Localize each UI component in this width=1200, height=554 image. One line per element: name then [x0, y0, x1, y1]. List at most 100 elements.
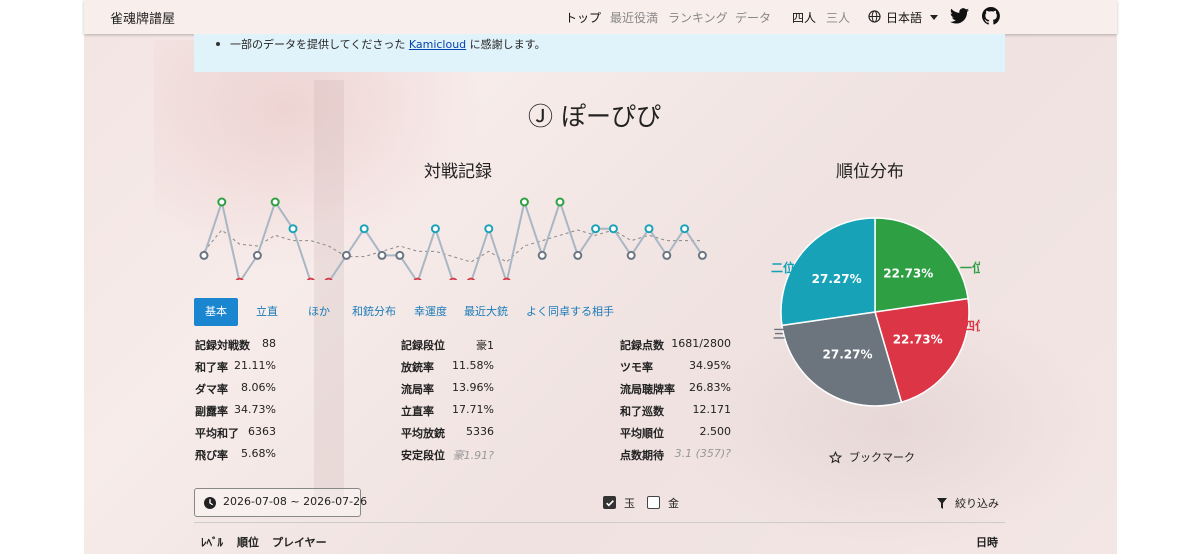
rank-point[interactable]: [662, 250, 672, 260]
filter-gold-checkbox[interactable]: [647, 496, 660, 509]
stat-value: 12.171: [692, 403, 732, 416]
date-range-button[interactable]: 2026-07-08 ~ 2026-07-26: [194, 488, 367, 517]
github-icon[interactable]: [982, 7, 1000, 25]
pie-category-label: 三位: [773, 326, 797, 341]
stat-label: ツモ率: [620, 361, 653, 374]
rank-point[interactable]: [288, 224, 298, 234]
pie-slice[interactable]: [874, 217, 969, 313]
rank-point[interactable]: [626, 250, 636, 260]
rank-point[interactable]: [449, 277, 458, 280]
col-rank[interactable]: 順位: [237, 534, 259, 550]
stat-label: 和了巡数: [620, 405, 664, 418]
tab-riichi[interactable]: 立直: [256, 298, 278, 326]
date-range-text: 2026-07-08 ~ 2026-07-26: [223, 495, 368, 508]
rank-point[interactable]: [591, 224, 601, 234]
mode-three-player[interactable]: 三人: [826, 9, 850, 26]
rank-point[interactable]: [270, 197, 280, 207]
filter-gold-label: 金: [668, 497, 679, 510]
rank-point[interactable]: [217, 197, 227, 207]
pie-category-label: 一位: [960, 260, 980, 275]
stat-value: 豪1: [476, 339, 494, 352]
filter-icon[interactable]: [937, 498, 947, 509]
rank-point[interactable]: [555, 197, 565, 207]
pie-value-label: 22.73%: [883, 267, 933, 281]
nav-data[interactable]: データ: [735, 9, 771, 26]
globe-icon[interactable]: [868, 10, 881, 23]
col-level[interactable]: ﾚﾍﾞﾙ: [201, 534, 223, 550]
mode-four-player[interactable]: 四人: [792, 9, 816, 26]
language-selector[interactable]: 日本語: [886, 9, 922, 26]
stat-value: 6363: [248, 425, 276, 438]
rank-point[interactable]: [519, 197, 529, 207]
rank-point[interactable]: [644, 224, 654, 234]
tab-frequent-opponents[interactable]: よく同卓する相手: [526, 298, 614, 326]
twitter-icon[interactable]: [950, 8, 969, 24]
kamicloud-link[interactable]: Kamicloud: [409, 38, 466, 51]
stat-label: 流局率: [401, 383, 434, 396]
tab-luck[interactable]: 幸運度: [414, 298, 447, 326]
rank-point[interactable]: [235, 277, 244, 280]
rank-point[interactable]: [306, 277, 315, 280]
stat-label: ダマ率: [195, 383, 228, 396]
check-icon: [605, 499, 614, 507]
rank-point[interactable]: [608, 224, 618, 234]
filter-jade-checkbox[interactable]: [603, 496, 616, 509]
clock-icon: [204, 497, 216, 509]
stat-value: 26.83%: [689, 381, 731, 394]
player-title: Ⓙ ぽーぴぴ: [528, 102, 661, 131]
pie-value-label: 27.27%: [812, 272, 862, 286]
filter-button[interactable]: 絞り込み: [955, 495, 999, 511]
filter-jade-label: 玉: [624, 497, 635, 510]
notice-text: 一部のデータを提供してくださった Kamicloud に感謝します。: [230, 38, 546, 51]
rank-point[interactable]: [324, 277, 333, 280]
stat-value: 5336: [466, 425, 494, 438]
rank-point[interactable]: [430, 224, 440, 234]
rank-point[interactable]: [680, 224, 690, 234]
rank-point[interactable]: [697, 250, 707, 260]
tab-basic[interactable]: 基本: [194, 298, 238, 326]
stat-label: 平均順位: [620, 427, 664, 440]
col-player[interactable]: プレイヤー: [272, 534, 327, 550]
rank-point[interactable]: [484, 224, 494, 234]
stat-value: 3.1 (357)?: [674, 447, 731, 460]
rank-point[interactable]: [341, 250, 351, 260]
rank-point[interactable]: [573, 250, 583, 260]
star-icon[interactable]: [829, 451, 842, 464]
rank-point[interactable]: [359, 224, 369, 234]
rank-point[interactable]: [537, 250, 547, 260]
rank-point[interactable]: [199, 250, 209, 260]
tab-other[interactable]: ほか: [308, 298, 330, 326]
nav-ranking[interactable]: ランキング: [668, 9, 728, 26]
tab-win-deal-distribution[interactable]: 和銃分布: [352, 298, 396, 326]
stat-value: 34.95%: [689, 359, 731, 372]
games-table-header: ﾚﾍﾞﾙ 順位 プレイヤー 日時: [194, 522, 1005, 554]
stat-label: 飛び率: [195, 449, 228, 462]
tab-recent-big-deals[interactable]: 最近大銃: [464, 298, 508, 326]
chevron-down-icon[interactable]: [930, 15, 938, 20]
stat-label: 点数期待: [620, 449, 664, 462]
stat-label: 記録段位: [401, 339, 445, 352]
stat-value: 88: [262, 337, 276, 350]
rank-point[interactable]: [467, 277, 475, 280]
nav-top[interactable]: トップ: [565, 9, 601, 26]
rank-line: [203, 198, 704, 280]
stat-value: 11.58%: [452, 359, 494, 372]
rank-trend-chart: [199, 197, 707, 280]
rank-distribution-pie: 22.73% 一位 22.73% 四位 27.27% 三位 27.27% 二位: [771, 217, 980, 407]
site-brand[interactable]: 雀魂牌譜屋: [110, 8, 175, 27]
stat-label: 副露率: [195, 405, 228, 418]
rank-point[interactable]: [413, 277, 422, 280]
rank-point[interactable]: [377, 250, 387, 260]
notice-banner: 一部のデータを提供してくださった Kamicloud に感謝します。: [194, 34, 1005, 72]
rank-point[interactable]: [252, 250, 262, 260]
nav-recent-yakuman[interactable]: 最近役満: [610, 9, 658, 26]
stat-label: 立直率: [401, 405, 434, 418]
pie-category-label: 四位: [963, 318, 980, 333]
bookmark-button[interactable]: ブックマーク: [849, 449, 915, 465]
stat-value: 13.96%: [452, 381, 494, 394]
rank-point[interactable]: [502, 277, 511, 280]
rank-point[interactable]: [395, 250, 405, 260]
col-datetime[interactable]: 日時: [976, 534, 998, 550]
stat-label: 和了率: [195, 361, 228, 374]
pie-value-label: 22.73%: [893, 332, 943, 346]
